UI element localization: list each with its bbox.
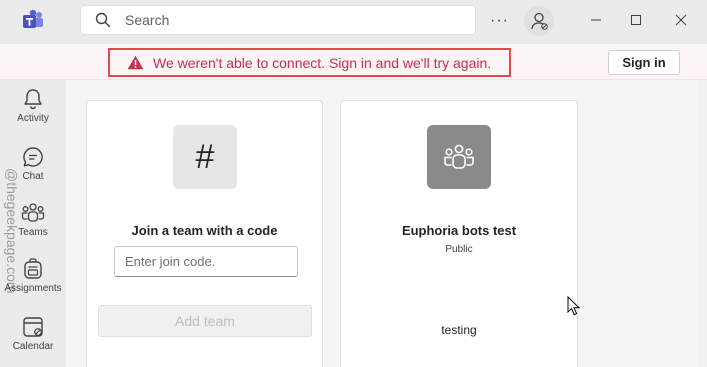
team-name: Euphoria bots test (401, 223, 517, 238)
rail-label-activity: Activity (17, 113, 49, 124)
connection-error-banner: We weren't able to connect. Sign in and … (0, 44, 707, 80)
close-icon (675, 14, 687, 26)
person-icon (531, 12, 548, 30)
warning-icon (127, 55, 144, 70)
maximize-button[interactable] (626, 10, 646, 30)
more-options-icon[interactable]: ··· (490, 12, 509, 30)
backpack-icon (24, 258, 42, 279)
bell-icon (24, 89, 42, 110)
join-code-input[interactable] (114, 246, 298, 277)
join-team-card: # Join a team with a code Add team (86, 100, 323, 367)
teams-icon (21, 203, 45, 222)
error-message-box: We weren't able to connect. Sign in and … (108, 48, 511, 77)
team-description: testing (441, 323, 477, 337)
watermark-text: @thegeekpage.com (4, 168, 20, 294)
close-button[interactable] (671, 10, 691, 30)
search-input[interactable] (125, 12, 425, 28)
error-message: We weren't able to connect. Sign in and … (153, 54, 492, 71)
rail-item-activity[interactable]: Activity (0, 88, 66, 124)
rail-label-chat: Chat (22, 171, 44, 182)
minimize-icon (591, 19, 601, 21)
team-visibility: Public (445, 244, 473, 255)
vertical-scrollbar[interactable] (699, 80, 707, 367)
rail-item-calendar[interactable]: Calendar (0, 316, 66, 352)
add-team-button[interactable]: Add team (98, 305, 312, 337)
account-avatar[interactable] (524, 6, 554, 36)
minimize-button[interactable] (586, 10, 606, 30)
chat-icon (23, 147, 43, 167)
sign-in-button[interactable]: Sign in (608, 50, 680, 75)
search-icon (95, 12, 111, 28)
search-box[interactable] (80, 5, 476, 35)
mouse-cursor-icon (567, 296, 581, 316)
join-card-title: Join a team with a code (131, 223, 278, 238)
teams-logo-icon (23, 9, 43, 28)
rail-label-calendar: Calendar (12, 341, 54, 352)
title-bar: ··· (0, 0, 707, 44)
team-group-icon (444, 144, 474, 169)
rail-label-teams: Teams (18, 227, 48, 238)
maximize-icon (631, 15, 641, 25)
team-avatar (427, 125, 491, 189)
team-card[interactable]: Euphoria bots test Public testing (340, 100, 578, 367)
calendar-icon (23, 317, 43, 337)
hashtag-icon: # (173, 125, 237, 189)
